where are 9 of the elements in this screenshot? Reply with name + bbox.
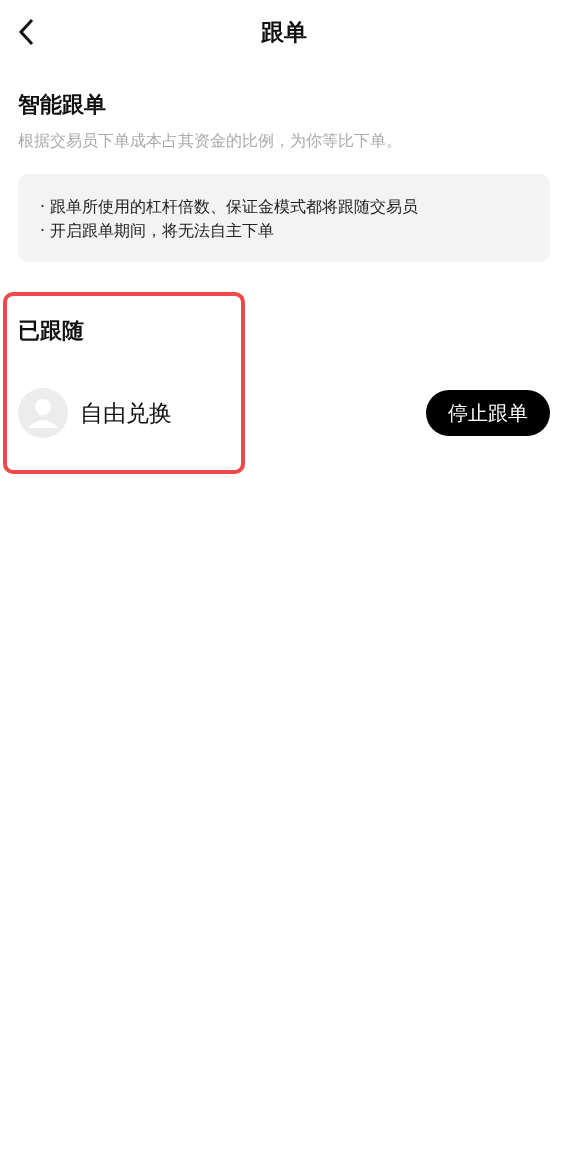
- section-description: 根据交易员下单成本占其资金的比例，为你等比下单。: [18, 130, 403, 152]
- notice-text: · 开启跟单期间，将无法自主下单: [40, 220, 276, 242]
- section-title: 已跟随: [18, 317, 85, 345]
- stop-following-button[interactable]: 停止跟单: [426, 390, 550, 436]
- notice-text: · 跟单所使用的杠杆倍数、保证金模式都将跟随交易员: [40, 196, 420, 218]
- trader-name: 自由兑换: [80, 398, 172, 428]
- page-title: 跟单: [261, 17, 307, 47]
- back-icon: [18, 18, 34, 46]
- section-title: 智能跟单: [18, 91, 107, 119]
